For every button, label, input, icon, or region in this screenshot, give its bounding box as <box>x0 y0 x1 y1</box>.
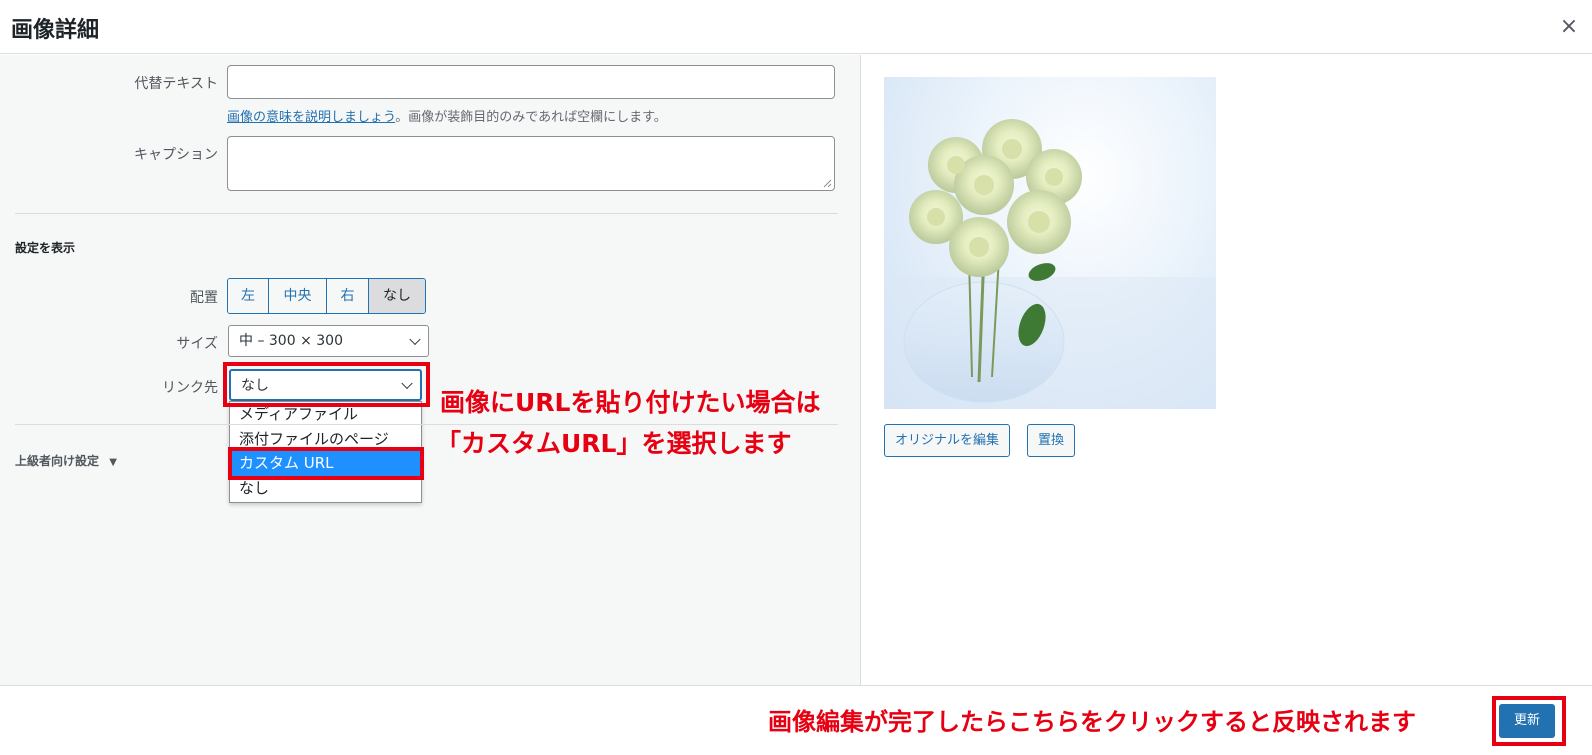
image-details-modal: 画像詳細 × 代替テキスト 画像の意味を説明しましょう。画像が装飾目的のみであれ… <box>0 0 1592 755</box>
alt-text-help: 画像の意味を説明しましょう。画像が装飾目的のみであれば空欄にします。 <box>227 106 667 125</box>
alt-text-label: 代替テキスト <box>134 76 218 92</box>
display-settings-title: 設定を表示 <box>15 241 76 255</box>
alt-text-help-rest: 。画像が装飾目的のみであれば空欄にします。 <box>395 110 667 125</box>
link-dropdown-list: メディアファイル 添付ファイルのページ カスタム URL なし <box>229 401 422 503</box>
link-label: リンク先 <box>162 380 218 396</box>
align-none-button[interactable]: なし <box>369 279 425 313</box>
preview-pane: オリジナルを編集 置換 <box>862 55 1592 685</box>
annotation-link-hint-line2: 「カスタムURL」を選択します <box>436 429 792 458</box>
alt-text-help-link[interactable]: 画像の意味を説明しましょう <box>227 110 395 125</box>
modal-title: 画像詳細 <box>11 18 100 43</box>
annotation-update-hint: 画像編集が完了したらこちらをクリックすると反映されます <box>768 708 1416 736</box>
resize-handle-icon[interactable] <box>823 179 832 188</box>
image-preview <box>884 77 1216 409</box>
align-label: 配置 <box>190 290 218 306</box>
modal-header: 画像詳細 × <box>0 0 1592 54</box>
replace-button[interactable]: 置換 <box>1027 424 1076 457</box>
triangle-down-icon: ▼ <box>109 457 117 468</box>
align-center-button[interactable]: 中央 <box>269 279 327 313</box>
link-option-media-file[interactable]: メディアファイル <box>230 402 421 427</box>
align-right-button[interactable]: 右 <box>327 279 369 313</box>
size-select-value: 中 – 300 × 300 <box>239 333 343 349</box>
size-label: サイズ <box>176 336 218 352</box>
edit-original-button[interactable]: オリジナルを編集 <box>884 424 1011 457</box>
caption-label: キャプション <box>134 147 218 163</box>
chevron-down-icon <box>401 377 413 390</box>
annotation-link-hint-line1: 画像にURLを貼り付けたい場合は <box>440 388 821 417</box>
link-select-value: なし <box>241 378 269 394</box>
modal-footer: 画像編集が完了したらこちらをクリックすると反映されます 更新 <box>0 685 1592 755</box>
update-button[interactable]: 更新 <box>1499 704 1555 738</box>
link-option-none[interactable]: なし <box>230 476 421 501</box>
advanced-settings-toggle[interactable]: 上級者向け設定 ▼ <box>15 452 117 469</box>
rose-bouquet-image <box>884 119 1216 409</box>
link-option-attachment-page[interactable]: 添付ファイルのページ <box>230 427 421 452</box>
settings-pane: 代替テキスト 画像の意味を説明しましょう。画像が装飾目的のみであれば空欄にします… <box>0 55 861 685</box>
caption-textarea[interactable] <box>227 136 835 191</box>
close-icon[interactable]: × <box>1556 14 1582 40</box>
link-option-custom-url[interactable]: カスタム URL <box>230 451 421 476</box>
alt-text-input[interactable] <box>227 65 835 99</box>
chevron-down-icon <box>409 333 421 346</box>
align-left-button[interactable]: 左 <box>228 279 269 313</box>
size-select[interactable]: 中 – 300 × 300 <box>228 325 429 357</box>
advanced-settings-label: 上級者向け設定 <box>15 454 100 468</box>
align-button-group: 左 中央 右 なし <box>227 278 426 314</box>
link-select[interactable]: なし <box>229 369 422 401</box>
divider <box>15 213 838 214</box>
